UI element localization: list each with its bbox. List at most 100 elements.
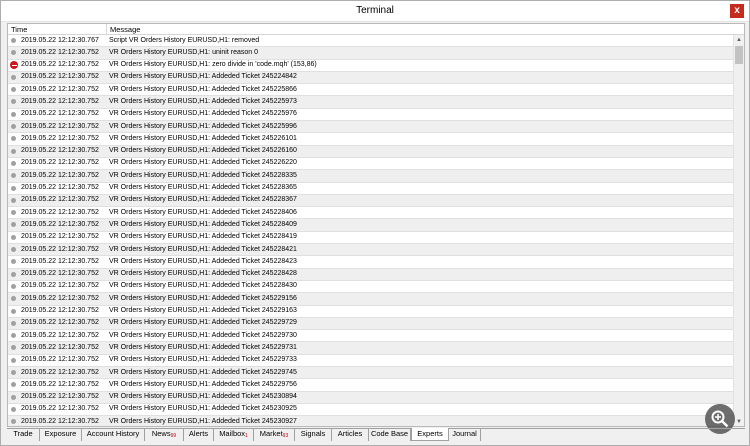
table-row[interactable]: 2019.05.22 12:12:30.752 VR Orders History…: [8, 96, 733, 109]
table-row[interactable]: 2019.05.22 12:12:30.752 VR Orders History…: [8, 268, 733, 281]
table-row[interactable]: 2019.05.22 12:12:30.752 VR Orders History…: [8, 84, 733, 97]
info-dot-icon: [11, 296, 16, 302]
row-message: VR Orders History EURUSD,H1: Addeded Tic…: [109, 356, 297, 364]
info-dot-icon: [11, 136, 16, 142]
scroll-down-icon[interactable]: ▼: [734, 417, 744, 426]
table-row[interactable]: 2019.05.22 12:12:30.752 VR Orders History…: [8, 170, 733, 183]
table-row[interactable]: 2019.05.22 12:12:30.752 VR Orders History…: [8, 280, 733, 294]
row-time: 2019.05.22 12:12:30.752: [21, 110, 99, 118]
table-row[interactable]: 2019.05.22 12:12:30.752 VR Orders History…: [8, 121, 733, 134]
column-header-message[interactable]: Message: [107, 24, 727, 35]
window-title: Terminal: [356, 5, 394, 16]
table-row[interactable]: 2019.05.22 12:12:30.752 VR Orders History…: [8, 231, 733, 245]
table-row[interactable]: 2019.05.22 12:12:30.752 VR Orders History…: [8, 379, 733, 392]
scrollbar-thumb[interactable]: [735, 46, 743, 64]
row-time: 2019.05.22 12:12:30.752: [21, 85, 99, 93]
row-message: VR Orders History EURUSD,H1: Addeded Tic…: [109, 134, 297, 142]
terminal-tabs: Trade Exposure Account History News99 Alerts…: [7, 428, 745, 441]
row-time: 2019.05.22 12:12:30.752: [21, 294, 99, 302]
table-header: Time Message: [8, 24, 744, 35]
tab-signals[interactable]: Signals: [295, 428, 332, 441]
info-dot-icon: [11, 271, 16, 277]
row-message: VR Orders History EURUSD,H1: Addeded Tic…: [109, 257, 297, 265]
table-body: 2019.05.22 12:12:30.767 Script VR Orders …: [8, 35, 733, 426]
table-row[interactable]: 2019.05.22 12:12:30.752 VR Orders History…: [8, 416, 733, 426]
tab-news[interactable]: News99: [145, 428, 184, 441]
tab-trade[interactable]: Trade: [7, 428, 40, 441]
table-row[interactable]: 2019.05.22 12:12:30.752 VR Orders History…: [8, 145, 733, 158]
scroll-up-icon[interactable]: ▲: [734, 35, 744, 45]
row-time: 2019.05.22 12:12:30.752: [21, 184, 99, 192]
info-dot-icon: [11, 173, 16, 179]
table-row[interactable]: 2019.05.22 12:12:30.752 VR Orders History…: [8, 194, 733, 208]
table-row[interactable]: 2019.05.22 12:12:30.752 VR Orders History…: [8, 182, 733, 195]
info-dot-icon: [11, 283, 16, 289]
row-message: VR Orders History EURUSD,H1: Addeded Tic…: [109, 220, 297, 228]
info-dot-icon: [11, 345, 16, 351]
table-row[interactable]: 2019.05.22 12:12:30.752 VR Orders History…: [8, 59, 733, 72]
column-header-time[interactable]: Time: [8, 24, 107, 35]
table-row[interactable]: 2019.05.22 12:12:30.752 VR Orders History…: [8, 133, 733, 146]
info-dot-icon: [11, 247, 16, 253]
row-time: 2019.05.22 12:12:30.752: [21, 97, 99, 105]
table-row[interactable]: 2019.05.22 12:12:30.752 VR Orders History…: [8, 256, 733, 269]
terminal-window: Terminal x Time Message 2019.05.22 12:12…: [0, 0, 750, 446]
row-time: 2019.05.22 12:12:30.752: [21, 233, 99, 241]
table-row[interactable]: 2019.05.22 12:12:30.752 VR Orders History…: [8, 244, 733, 257]
tab-journal[interactable]: Journal: [449, 428, 481, 441]
table-row[interactable]: 2019.05.22 12:12:30.752 VR Orders History…: [8, 367, 733, 380]
tab-account-history[interactable]: Account History: [82, 428, 145, 441]
row-message: VR Orders History EURUSD,H1: Addeded Tic…: [109, 319, 297, 327]
tab-mailbox[interactable]: Mailbox1: [214, 428, 254, 441]
tab-market[interactable]: Market93: [254, 428, 295, 441]
row-message: VR Orders History EURUSD,H1: Addeded Tic…: [109, 368, 297, 376]
table-row[interactable]: 2019.05.22 12:12:30.752 VR Orders History…: [8, 71, 733, 85]
table-row[interactable]: 2019.05.22 12:12:30.752 VR Orders History…: [8, 108, 733, 122]
table-row[interactable]: 2019.05.22 12:12:30.752 VR Orders History…: [8, 354, 733, 368]
row-time: 2019.05.22 12:12:30.752: [21, 73, 99, 81]
info-dot-icon: [11, 419, 16, 425]
info-dot-icon: [11, 357, 16, 363]
table-row[interactable]: 2019.05.22 12:12:30.752 VR Orders History…: [8, 317, 733, 331]
tab-badge: 93: [282, 433, 289, 439]
tab-label: Signals: [300, 429, 326, 438]
tab-label: Trade: [13, 429, 33, 438]
table-row[interactable]: 2019.05.22 12:12:30.752 VR Orders History…: [8, 157, 733, 171]
table-row[interactable]: 2019.05.22 12:12:30.752 VR Orders History…: [8, 305, 733, 318]
tab-exposure[interactable]: Exposure: [40, 428, 82, 441]
row-time: 2019.05.22 12:12:30.752: [21, 48, 99, 56]
row-time: 2019.05.22 12:12:30.752: [21, 405, 99, 413]
info-dot-icon: [11, 382, 16, 388]
tab-badge: 99: [170, 433, 177, 439]
row-message: VR Orders History EURUSD,H1: Addeded Tic…: [109, 73, 297, 81]
table-row[interactable]: 2019.05.22 12:12:30.767 Script VR Orders …: [8, 35, 733, 48]
tab-alerts[interactable]: Alerts: [184, 428, 214, 441]
title-bar: Terminal x: [1, 1, 749, 22]
table-row[interactable]: 2019.05.22 12:12:30.752 VR Orders History…: [8, 207, 733, 220]
table-row[interactable]: 2019.05.22 12:12:30.752 VR Orders History…: [8, 342, 733, 355]
table-row[interactable]: 2019.05.22 12:12:30.752 VR Orders History…: [8, 293, 733, 306]
tab-label: Journal: [452, 429, 477, 438]
table-row[interactable]: 2019.05.22 12:12:30.752 VR Orders History…: [8, 219, 733, 232]
row-time: 2019.05.22 12:12:30.752: [21, 196, 99, 204]
tab-articles[interactable]: Articles: [332, 428, 369, 441]
table-row[interactable]: 2019.05.22 12:12:30.752 VR Orders History…: [8, 47, 733, 60]
row-message: VR Orders History EURUSD,H1: Addeded Tic…: [109, 85, 297, 93]
info-dot-icon: [11, 320, 16, 326]
vertical-scrollbar[interactable]: ▲ ▼: [733, 35, 744, 426]
table-row[interactable]: 2019.05.22 12:12:30.752 VR Orders History…: [8, 391, 733, 404]
row-time: 2019.05.22 12:12:30.752: [21, 208, 99, 216]
table-row[interactable]: 2019.05.22 12:12:30.752 VR Orders History…: [8, 330, 733, 343]
tab-experts[interactable]: Experts: [411, 428, 449, 441]
row-time: 2019.05.22 12:12:30.752: [21, 380, 99, 388]
tab-code-base[interactable]: Code Base: [369, 428, 411, 441]
table-row[interactable]: 2019.05.22 12:12:30.752 VR Orders History…: [8, 403, 733, 417]
info-dot-icon: [11, 185, 16, 191]
tab-badge: 1: [245, 433, 248, 439]
tab-label: Market: [259, 429, 283, 438]
info-dot-icon: [11, 222, 16, 228]
row-message: VR Orders History EURUSD,H1: Addeded Tic…: [109, 270, 297, 278]
row-time: 2019.05.22 12:12:30.752: [21, 171, 99, 179]
row-message: VR Orders History EURUSD,H1: Addeded Tic…: [109, 184, 297, 192]
close-button[interactable]: x: [730, 4, 744, 18]
